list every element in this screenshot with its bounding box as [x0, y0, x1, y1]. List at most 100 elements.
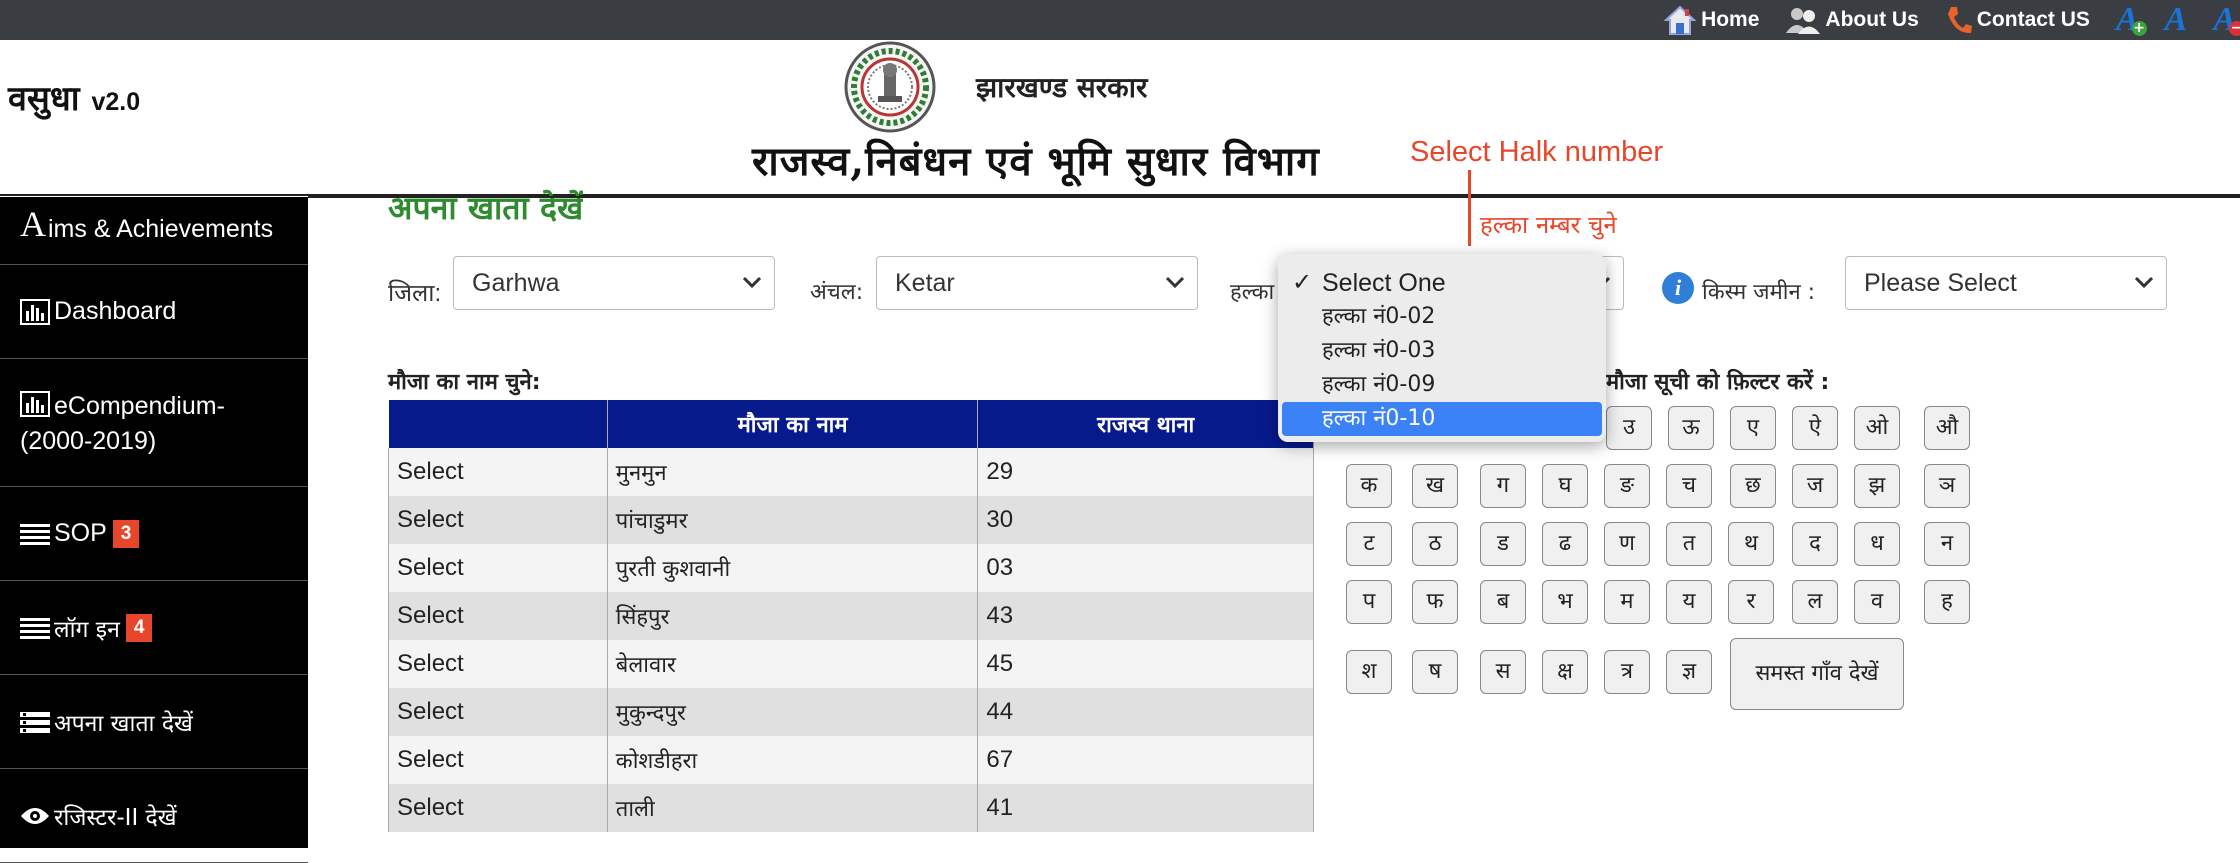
letter-filter-button[interactable]: ट — [1346, 522, 1392, 566]
sidebar-item-label: SOP — [54, 519, 107, 547]
letter-filter-button[interactable]: प — [1346, 580, 1392, 624]
row-select-link[interactable]: Select — [388, 640, 608, 688]
letter-filter-button[interactable]: त — [1666, 522, 1712, 566]
top-bar: Home About Us Contact US A + A A − — [0, 0, 2240, 40]
letter-filter-button[interactable]: झ — [1854, 464, 1900, 508]
sidebar-item-sop[interactable]: SOP 3 — [0, 487, 308, 581]
letter-filter-button[interactable]: ह — [1924, 580, 1970, 624]
info-icon[interactable]: i — [1662, 272, 1694, 304]
letter-filter-button[interactable]: भ — [1542, 580, 1588, 624]
row-select-link[interactable]: Select — [388, 688, 608, 736]
row-select-link[interactable]: Select — [388, 496, 608, 544]
font-decrease-button[interactable]: A − — [2213, 0, 2240, 40]
letter-filter-button[interactable]: च — [1666, 464, 1712, 508]
dropdown-option[interactable]: हल्का नं0-03 — [1278, 334, 1606, 368]
column-header-action — [388, 400, 608, 448]
letter-filter-button[interactable]: थ — [1728, 522, 1774, 566]
revenue-thana-cell: 44 — [977, 688, 1314, 736]
nav-contact-link[interactable]: Contact US — [1945, 4, 2090, 36]
revenue-thana-cell: 45 — [977, 640, 1314, 688]
letter-filter-button[interactable]: ऐ — [1792, 406, 1838, 450]
letter-filter-button[interactable]: छ — [1730, 464, 1776, 508]
row-select-link[interactable]: Select — [388, 544, 608, 592]
view-all-villages-button[interactable]: समस्त गाँव देखें — [1730, 638, 1904, 710]
letter-filter-button[interactable]: न — [1924, 522, 1970, 566]
row-select-link[interactable]: Select — [388, 736, 608, 784]
sidebar-item-login[interactable]: लॉग इन 4 — [0, 581, 308, 675]
dropdown-option[interactable]: हल्का नं0-09 — [1278, 368, 1606, 402]
district-select-value: Garhwa — [472, 268, 560, 297]
letter-filter-button[interactable]: ब — [1480, 580, 1526, 624]
letter-filter-button[interactable]: ग — [1480, 464, 1526, 508]
sidebar-item-register[interactable]: रजिस्टर-II देखें — [0, 769, 308, 863]
letter-filter-button[interactable]: ध — [1854, 522, 1900, 566]
letter-filter-button[interactable]: ढ — [1542, 522, 1588, 566]
nav-home-link[interactable]: Home — [1663, 3, 1759, 37]
font-normal-button[interactable]: A — [2165, 0, 2188, 40]
bar-chart-icon — [20, 391, 50, 417]
letter-filter-button[interactable]: ख — [1412, 464, 1458, 508]
sidebar-item-label: ims & Achievements — [48, 215, 274, 243]
sidebar-item-ecompendium[interactable]: eCompendium-(2000-2019) — [0, 359, 308, 487]
letter-filter-button[interactable]: क्ष — [1542, 650, 1588, 694]
mauza-name-cell: सिंहपुर — [606, 592, 979, 640]
letter-filter-button[interactable]: ऊ — [1668, 406, 1714, 450]
letter-filter-button[interactable]: फ — [1412, 580, 1458, 624]
sidebar-item-dashboard[interactable]: Dashboard — [0, 265, 308, 359]
letter-filter-button[interactable]: ष — [1412, 650, 1458, 694]
letter-filter-button[interactable]: व — [1854, 580, 1900, 624]
letter-filter-button[interactable]: ल — [1792, 580, 1838, 624]
row-select-link[interactable]: Select — [388, 784, 608, 832]
mauza-name-cell: मुनमुन — [606, 448, 979, 496]
row-select-link[interactable]: Select — [388, 448, 608, 496]
letter-filter-button[interactable]: द — [1792, 522, 1838, 566]
jharkhand-emblem-icon — [844, 41, 936, 133]
district-select[interactable]: Garhwa — [453, 256, 775, 310]
letter-filter-button[interactable]: ङ — [1604, 464, 1650, 508]
sidebar-item-ecompendium-content: eCompendium-(2000-2019) — [20, 389, 260, 459]
phone-icon — [1947, 7, 1972, 34]
letter-filter-button[interactable]: ज्ञ — [1666, 650, 1712, 694]
land-type-select[interactable]: Please Select — [1845, 256, 2167, 310]
letter-filter-button[interactable]: ड — [1480, 522, 1526, 566]
letter-filter-button[interactable]: औ — [1924, 406, 1970, 450]
dropdown-option-label: Select One — [1322, 269, 1446, 297]
letter-filter-button[interactable]: क — [1346, 464, 1392, 508]
government-name: झारखण्ड सरकार — [976, 71, 1148, 104]
letter-filter-button[interactable]: ए — [1730, 406, 1776, 450]
letter-filter-button[interactable]: ण — [1604, 522, 1650, 566]
sidebar-item-aims[interactable]: A ims & Achievements — [0, 197, 308, 265]
letter-filter-button[interactable]: स — [1480, 650, 1526, 694]
row-select-link[interactable]: Select — [388, 592, 608, 640]
annotation-pointer-line — [1468, 170, 1471, 246]
revenue-thana-cell: 03 — [977, 544, 1314, 592]
circle-select[interactable]: Ketar — [876, 256, 1198, 310]
letter-filter-button[interactable]: श — [1346, 650, 1392, 694]
letter-filter-button[interactable]: त्र — [1604, 650, 1650, 694]
column-header-mauza-name: मौजा का नाम — [607, 400, 979, 448]
brand-logo[interactable]: वसुधा v2.0 — [8, 74, 140, 120]
land-type-label: किस्म जमीन : — [1702, 280, 1816, 305]
font-increase-button[interactable]: A + — [2116, 0, 2147, 40]
sidebar-item-label: रजिस्टर-II देखें — [54, 804, 177, 831]
letter-filter-button[interactable]: ओ — [1854, 406, 1900, 450]
dropdown-option[interactable]: हल्का नं0-02 — [1278, 300, 1606, 334]
sidebar-item-view-account[interactable]: अपना खाता देखें — [0, 675, 308, 769]
table-row: Select सिंहपुर 43 — [388, 592, 1314, 640]
letter-filter-button[interactable]: ज — [1792, 464, 1838, 508]
checkmark-icon: ✓ — [1292, 269, 1313, 296]
letter-filter-button[interactable]: म — [1604, 580, 1650, 624]
letter-filter-button[interactable]: ठ — [1412, 522, 1458, 566]
letter-filter-button[interactable]: ञ — [1924, 464, 1970, 508]
minus-icon: − — [2229, 21, 2240, 36]
letter-filter-button[interactable]: उ — [1606, 406, 1652, 450]
chevron-down-icon — [1165, 276, 1185, 289]
dropdown-option-highlighted[interactable]: हल्का नं0-10 — [1282, 402, 1602, 436]
dropdown-option-select-one[interactable]: ✓ Select One — [1278, 266, 1606, 300]
letter-filter-button[interactable]: य — [1666, 580, 1712, 624]
department-name: राजस्व,निबंधन एवं भूमि सुधार विभाग — [752, 138, 1320, 185]
letter-filter-button[interactable]: र — [1728, 580, 1774, 624]
nav-about-link[interactable]: About Us — [1785, 5, 1919, 35]
sidebar-item-label: अपना खाता देखें — [54, 710, 193, 737]
letter-filter-button[interactable]: घ — [1542, 464, 1588, 508]
